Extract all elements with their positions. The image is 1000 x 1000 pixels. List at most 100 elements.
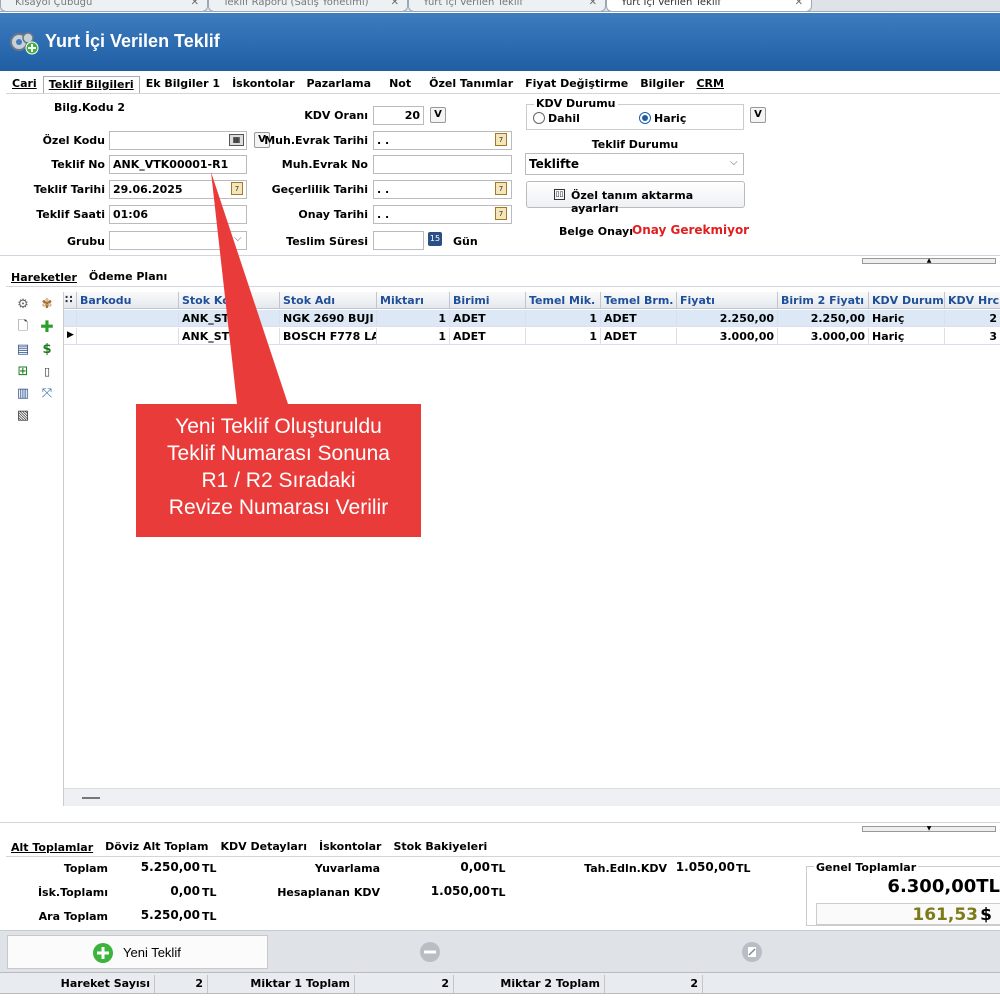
browser-tab-teklif-raporu[interactable]: Teklif Raporu (Satış Yönetimi) ✕ [208, 0, 408, 11]
cell-birimi[interactable]: ADET [450, 328, 526, 345]
tab-alt-toplamlar[interactable]: Alt Toplamlar [6, 839, 100, 856]
new-document-icon[interactable]: 🗋 [15, 319, 31, 335]
pause-icon[interactable]: ▯ [39, 364, 55, 380]
minimize-icon[interactable] [82, 797, 100, 799]
tab-ozel-tanimlar[interactable]: Özel Tanımlar [423, 75, 519, 93]
splitter-handle[interactable]: ▲ [862, 258, 996, 264]
yeni-teklif-button[interactable]: Yeni Teklif [7, 935, 268, 969]
toplam-value: 5.250,00 [140, 860, 200, 874]
col-kdv-durumu[interactable]: KDV Durumu [869, 292, 945, 309]
splitter-handle[interactable]: ▼ [862, 826, 996, 832]
chart-icon[interactable]: ▥ [15, 386, 31, 402]
browser-tab-yurt-ici-2[interactable]: Yurt İçi Verilen Teklif ✕ [606, 0, 812, 11]
close-icon[interactable]: ✕ [391, 0, 399, 8]
cell-barkodu[interactable] [77, 328, 179, 345]
browser-tab-yurt-ici-1[interactable]: Yurt İçi Verilen Teklif ✕ [408, 0, 606, 11]
browser-tab-kisayol[interactable]: Kısayol Çubuğu ✕ [0, 0, 208, 11]
col-fiyati[interactable]: Fiyatı [677, 292, 778, 309]
tab-iskontolar[interactable]: İskontolar [226, 75, 300, 93]
miktar-1-toplam-label: Miktar 1 Toplam [208, 975, 355, 993]
cell-temel-brm[interactable]: ADET [601, 310, 677, 327]
teklif-durumu-select[interactable]: Teklifte [525, 153, 744, 175]
tab-crm[interactable]: CRM [690, 75, 730, 93]
tab-label: Fiyat Değiştirme [525, 77, 629, 90]
col-temel-mik[interactable]: Temel Mik. [526, 292, 601, 309]
tab-hareketler[interactable]: Hareketler [6, 269, 83, 286]
gecerlilik-tarihi-input[interactable]: . . [373, 180, 512, 199]
teslim-suresi-input[interactable] [373, 231, 424, 250]
row-indicator[interactable]: ▶ [64, 328, 77, 345]
tab-bottom-iskontolar[interactable]: İskontolar [313, 838, 387, 856]
tab-teklif-bilgileri[interactable]: Teklif Bilgileri [42, 76, 140, 93]
add-icon[interactable]: ✚ [39, 319, 55, 335]
dahil-radio[interactable] [533, 112, 545, 124]
cell-kdv-hrc[interactable]: 2 [945, 310, 1000, 327]
close-icon[interactable]: ✕ [191, 0, 199, 8]
haric-radio[interactable] [639, 112, 651, 124]
cell-kdv-durumu[interactable]: Hariç [869, 310, 945, 327]
tab-kdv-detaylari[interactable]: KDV Detayları [215, 838, 314, 856]
callout-arrow [211, 172, 288, 404]
tab-odeme-plani[interactable]: Ödeme Planı [83, 268, 173, 286]
edit-icon[interactable] [741, 941, 763, 963]
cell-birim2-fiyati[interactable]: 2.250,00 [778, 310, 869, 327]
network-icon[interactable]: ⤧ [39, 386, 55, 402]
calendar-icon[interactable]: 7 [495, 207, 507, 220]
window-title-bar: Yurt İçi Verilen Teklif [0, 13, 1000, 71]
cell-miktari[interactable]: 1 [377, 328, 450, 345]
row-indicator[interactable] [64, 310, 77, 327]
col-barkodu[interactable]: Barkodu [77, 292, 179, 309]
ozel-kodu-input[interactable] [109, 131, 247, 150]
cell-fiyati[interactable]: 3.000,00 [677, 328, 778, 345]
cell-miktari[interactable]: 1 [377, 310, 450, 327]
col-birim2-fiyati[interactable]: Birim 2 Fiyatı [778, 292, 869, 309]
kdv-durumu-v-button[interactable]: V [750, 107, 766, 123]
kdv-orani-v-button[interactable]: V [430, 107, 446, 123]
tab-pazarlama[interactable]: Pazarlama [301, 75, 378, 93]
tab-not[interactable]: Not [383, 75, 417, 93]
close-icon[interactable]: ✕ [795, 0, 803, 8]
settings-icon[interactable]: ⚙ [15, 297, 31, 313]
tab-doviz-alt-toplam[interactable]: Döviz Alt Toplam [99, 838, 214, 856]
cell-temel-mik[interactable]: 1 [526, 328, 601, 345]
kdv-orani-input[interactable]: 20 [373, 106, 424, 125]
grubu-label: Grubu [67, 235, 105, 248]
tab-ek-bilgiler-1[interactable]: Ek Bilgiler 1 [140, 75, 226, 93]
genel-toplam-usd-box: 161,53 $ [816, 903, 1000, 925]
currency-icon[interactable]: $ [39, 342, 55, 358]
lookup-icon[interactable]: ▦ [229, 134, 244, 146]
cell-temel-brm[interactable]: ADET [601, 328, 677, 345]
cell-birimi[interactable]: ADET [450, 310, 526, 327]
col-temel-brm[interactable]: Temel Brm. [601, 292, 677, 309]
cell-temel-mik[interactable]: 1 [526, 310, 601, 327]
muh-evrak-tarihi-input[interactable]: . . [373, 131, 512, 150]
tab-label: Yurt İçi Verilen Teklif [621, 0, 721, 8]
onay-tarihi-input[interactable]: . . [373, 205, 512, 224]
cell-kdv-hrc[interactable]: 3 [945, 328, 1000, 345]
package-icon[interactable]: ✾ [39, 297, 55, 313]
muh-evrak-no-input[interactable] [373, 155, 512, 174]
browser-tab-bar: Kısayol Çubuğu ✕ Teklif Raporu (Satış Yön… [0, 0, 1000, 12]
document-list-icon[interactable]: ▤ [15, 342, 31, 358]
calendar-icon[interactable]: 7 [495, 182, 507, 195]
grid-corner[interactable]: ∷ [64, 292, 77, 309]
tab-cari[interactable]: Cari [6, 75, 43, 93]
cell-kdv-durumu[interactable]: Hariç [869, 328, 945, 345]
close-icon[interactable]: ✕ [589, 0, 597, 8]
report-icon[interactable]: ▧ [15, 408, 31, 424]
cell-fiyati[interactable]: 2.250,00 [677, 310, 778, 327]
calendar-icon[interactable]: 15 [428, 232, 442, 246]
tab-stok-bakiyeleri[interactable]: Stok Bakiyeleri [387, 838, 493, 856]
ozel-tanim-aktarma-button[interactable]: ▯▯ Özel tanım aktarma ayarları [526, 181, 745, 215]
remove-icon[interactable] [419, 941, 441, 963]
add-row-icon[interactable]: ⊞ [15, 364, 31, 380]
col-miktari[interactable]: Miktarı [377, 292, 450, 309]
tab-fiyat-degistirme[interactable]: Fiyat Değiştirme [519, 75, 634, 93]
tab-bilgiler[interactable]: Bilgiler [634, 75, 690, 93]
cell-birim2-fiyati[interactable]: 3.000,00 [778, 328, 869, 345]
cell-barkodu[interactable] [77, 310, 179, 327]
calendar-icon[interactable]: 7 [495, 133, 507, 146]
chevron-down-icon[interactable]: ⌵ [730, 157, 738, 168]
col-kdv-hrc[interactable]: KDV Hrc.F [945, 292, 1000, 309]
col-birimi[interactable]: Birimi [450, 292, 526, 309]
